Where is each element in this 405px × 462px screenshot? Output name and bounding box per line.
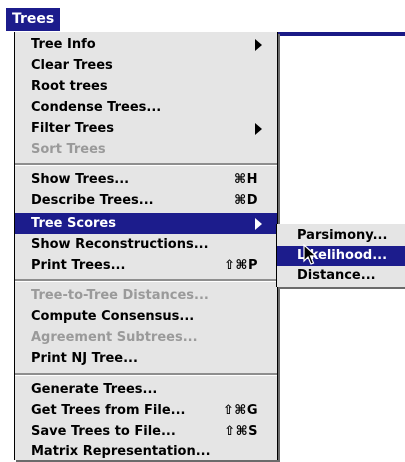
arrow-pointer-icon	[303, 244, 317, 265]
menu-separator	[15, 163, 277, 166]
menu-item-matrix-representation[interactable]: Matrix Representation...	[15, 441, 277, 462]
menu-item-tree-scores[interactable]: Tree Scores	[15, 213, 277, 234]
menu-item-tree-info[interactable]: Tree Info	[15, 34, 277, 55]
shortcut-label: ⌘D	[234, 193, 258, 208]
menu-separator	[15, 279, 277, 282]
menu-item-condense-trees[interactable]: Condense Trees...	[15, 97, 277, 118]
shortcut-label: ⇧⌘P	[224, 258, 258, 273]
submenu-arrow-icon	[255, 123, 262, 135]
window-title-bar	[268, 32, 405, 36]
submenu-item-parsimony[interactable]: Parsimony...	[277, 226, 405, 246]
menu-item-root-trees[interactable]: Root trees	[15, 76, 277, 97]
menu-item-print-trees[interactable]: Print Trees... ⇧⌘P	[15, 255, 277, 276]
submenu-item-distance[interactable]: Distance...	[277, 266, 405, 286]
menu-item-sort-trees: Sort Trees	[31, 142, 106, 157]
menu-item-describe-trees[interactable]: Describe Trees... ⌘D	[15, 190, 277, 211]
menu-item-show-reconstructions[interactable]: Show Reconstructions...	[15, 234, 277, 255]
menu-item-generate-trees[interactable]: Generate Trees...	[15, 379, 277, 400]
shortcut-label: ⇧⌘S	[224, 424, 258, 439]
menu-item-save-trees-to-file[interactable]: Save Trees to File... ⇧⌘S	[15, 421, 277, 442]
menu-item-compute-consensus[interactable]: Compute Consensus...	[15, 306, 277, 327]
background-window-text	[276, 287, 405, 301]
menu-title-trees[interactable]: Trees	[6, 8, 61, 31]
menu-item-tree-to-tree-distances: Tree-to-Tree Distances...	[31, 288, 209, 303]
menu-item-get-trees-from-file[interactable]: Get Trees from File... ⇧⌘G	[15, 400, 277, 421]
menu-item-agreement-subtrees: Agreement Subtrees...	[31, 330, 198, 345]
submenu-arrow-icon	[255, 39, 262, 51]
submenu-arrow-icon	[255, 218, 262, 230]
menu-item-show-trees[interactable]: Show Trees... ⌘H	[15, 169, 277, 190]
menu-item-clear-trees[interactable]: Clear Trees	[15, 55, 277, 76]
menu-item-filter-trees[interactable]: Filter Trees	[15, 118, 277, 139]
submenu-item-likelihood[interactable]: Likelihood...	[277, 246, 405, 266]
menu-item-print-nj-tree[interactable]: Print NJ Tree...	[15, 348, 277, 369]
menu-separator	[15, 373, 277, 376]
shortcut-label: ⌘H	[234, 172, 258, 187]
shortcut-label: ⇧⌘G	[222, 403, 258, 418]
trees-menu: Tree Info Clear Trees Root trees Condens…	[14, 32, 278, 460]
tree-scores-submenu: Parsimony... Likelihood... Distance...	[276, 224, 405, 287]
